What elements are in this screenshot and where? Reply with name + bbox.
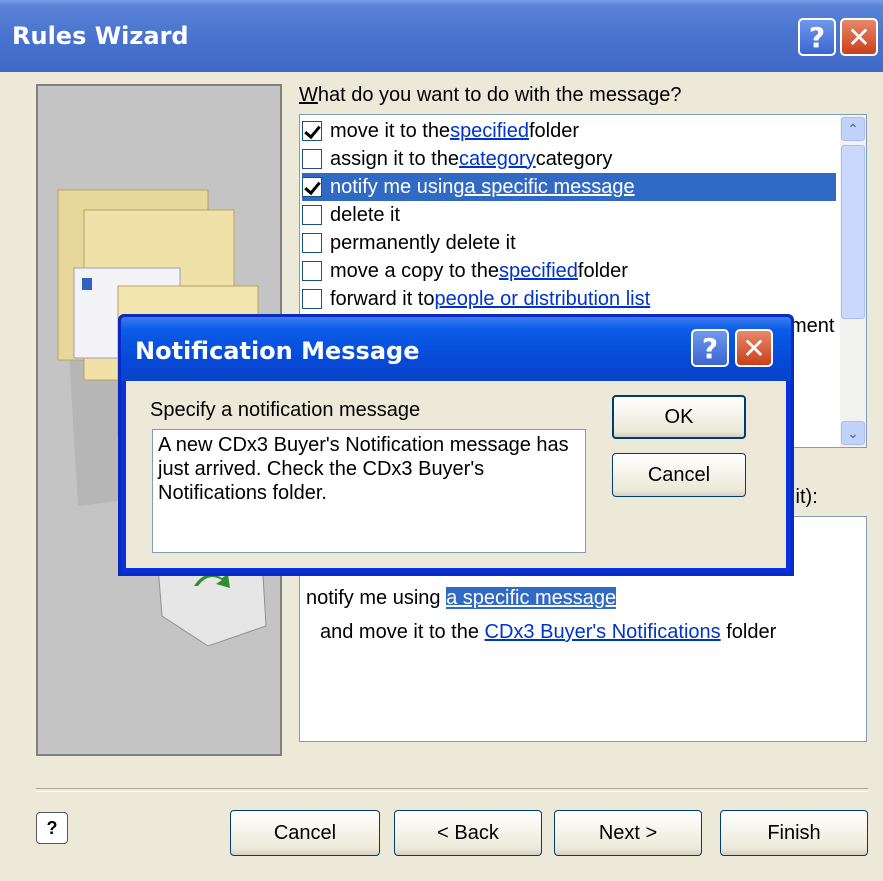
scroll-up-button[interactable]: ⌃	[841, 117, 865, 141]
action-link[interactable]: a specific message	[465, 176, 635, 199]
action-item[interactable]: delete it	[302, 201, 836, 229]
action-label-partial: ment	[790, 315, 835, 337]
notification-dialog: Notification Message ? ✕ Specify a notif…	[118, 314, 794, 576]
scroll-thumb[interactable]	[841, 145, 865, 319]
help-button[interactable]: ?	[798, 18, 836, 56]
description-line-2: and move it to the CDx3 Buyer's Notifica…	[320, 621, 776, 644]
dialog-cancel-button[interactable]: Cancel	[612, 453, 746, 497]
action-link[interactable]: specified	[499, 260, 578, 283]
action-checkbox[interactable]	[302, 261, 322, 281]
description-text: and move it to the	[320, 621, 485, 643]
next-button[interactable]: Next >	[554, 810, 702, 856]
finish-button[interactable]: Finish	[720, 810, 868, 856]
folder-link[interactable]: CDx3 Buyer's Notifications	[485, 621, 721, 643]
close-button[interactable]: ✕	[840, 18, 878, 56]
action-item[interactable]: forward it to people or distribution lis…	[302, 285, 836, 313]
ok-button[interactable]: OK	[612, 395, 746, 439]
action-text: delete it	[330, 203, 401, 226]
dialog-body: Specify a notification message A new CDx…	[126, 381, 786, 568]
office-assistant-button[interactable]: ?	[36, 812, 68, 844]
description-line-1: notify me using a specific message	[306, 587, 617, 610]
dialog-titlebar: Notification Message ? ✕	[121, 317, 791, 381]
close-icon: ✕	[742, 331, 766, 365]
dialog-title: Notification Message	[135, 337, 420, 365]
action-text: move it to the	[330, 119, 451, 142]
action-text: assign it to the	[330, 147, 459, 170]
dialog-close-button[interactable]: ✕	[735, 329, 773, 367]
scroll-down-button[interactable]: ⌄	[841, 421, 865, 445]
action-text: category	[535, 147, 613, 170]
back-label: < Back	[437, 821, 499, 844]
chevron-up-icon: ⌃	[847, 120, 859, 137]
action-text: notify me using	[330, 175, 465, 198]
help-icon: ?	[46, 817, 58, 838]
action-item[interactable]: notify me using a specific message	[302, 173, 836, 201]
action-link[interactable]: people or distribution list	[434, 288, 650, 311]
next-label: Next >	[598, 821, 658, 844]
question-icon: ?	[808, 20, 826, 54]
window-titlebar: Rules Wizard ? ✕	[0, 0, 883, 72]
action-item[interactable]: permanently delete it	[302, 229, 836, 257]
action-text: folder	[529, 119, 580, 142]
action-checkbox[interactable]	[302, 177, 322, 197]
cancel-button[interactable]: Cancel	[230, 810, 380, 856]
close-icon: ✕	[847, 20, 871, 54]
action-checkbox[interactable]	[302, 233, 322, 253]
action-item[interactable]: move a copy to the specified folder	[302, 257, 836, 285]
question-icon: ?	[701, 331, 719, 365]
action-item[interactable]: assign it to the category category	[302, 145, 836, 173]
action-link[interactable]: specified	[450, 120, 529, 143]
action-checkbox[interactable]	[302, 289, 322, 309]
notification-label: Specify a notification message	[150, 399, 421, 421]
action-text: permanently delete it	[330, 231, 516, 254]
notify-message-link[interactable]: a specific message	[446, 587, 617, 609]
dialog-help-button[interactable]: ?	[691, 329, 729, 367]
back-button[interactable]: < Back	[394, 810, 542, 856]
action-checkbox[interactable]	[302, 205, 322, 225]
description-text: notify me using	[306, 587, 447, 609]
action-text: folder	[577, 259, 628, 282]
actions-prompt: What do you want to do with the message?	[299, 84, 682, 106]
action-checkbox[interactable]	[302, 149, 322, 169]
description-text: folder	[720, 621, 777, 643]
window-title: Rules Wizard	[12, 22, 189, 50]
action-item[interactable]: move it to the specified folder	[302, 117, 836, 145]
action-text: forward it to	[330, 287, 435, 310]
action-link[interactable]: category	[459, 148, 536, 171]
separator	[36, 788, 868, 792]
actions-scrollbar[interactable]: ⌃ ⌄	[840, 115, 866, 447]
chevron-down-icon: ⌄	[847, 424, 859, 441]
notification-message-field[interactable]: A new CDx3 Buyer's Notification message …	[152, 429, 586, 553]
action-checkbox[interactable]	[302, 121, 322, 141]
action-text: move a copy to the	[330, 259, 499, 282]
